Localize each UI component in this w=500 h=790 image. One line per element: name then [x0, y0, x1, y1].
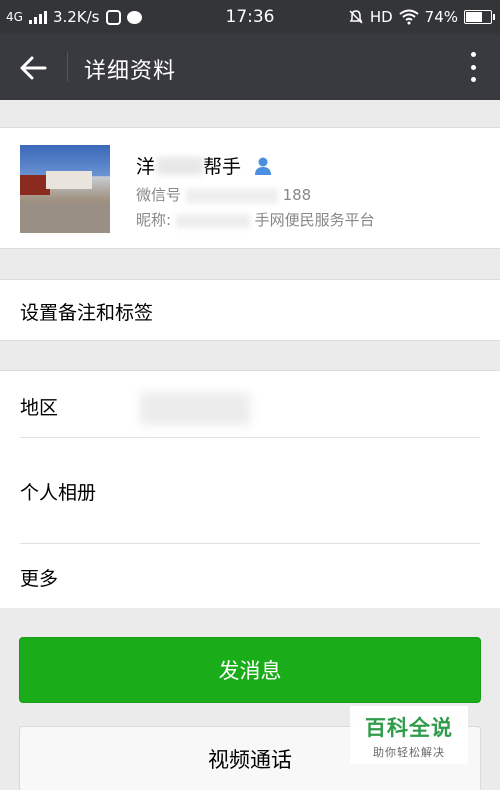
more-label: 更多 [20, 568, 59, 590]
personal-album-label: 个人相册 [20, 482, 97, 504]
more-options-icon[interactable] [468, 52, 478, 82]
wifi-icon [399, 9, 419, 25]
watermark-logo: 百科全说 助你轻松解决 [350, 706, 468, 764]
region-label: 地区 [20, 397, 59, 419]
nickname: 昵称: 手网便民服务平台 [136, 209, 375, 230]
status-right: HD 74% [348, 8, 495, 26]
wechat-id-prefix: 微信号 [136, 186, 182, 204]
battery-percent: 74% [424, 8, 458, 26]
region-row: 地区 [0, 371, 500, 437]
back-arrow-icon[interactable] [16, 50, 52, 86]
nickname-prefix: 昵称: [136, 211, 172, 229]
verified-person-icon [255, 157, 272, 175]
personal-album-row[interactable]: 个人相册 [0, 438, 500, 542]
set-remark-label: 设置备注和标签 [20, 302, 154, 324]
region-value-redacted [140, 393, 250, 425]
status-bar: 4G 3.2K/s 17:36 HD 74% [0, 0, 500, 34]
detail-group: 地区 个人相册 更多 [0, 370, 500, 608]
nav-divider [67, 52, 68, 82]
wechat-id-redacted [185, 188, 278, 203]
name-start: 洋 [136, 156, 156, 178]
set-remark-row[interactable]: 设置备注和标签 [0, 279, 500, 341]
profile-card: 洋 帮手 微信号 188 昵称: 手网便民服务平台 [0, 127, 500, 249]
watermark-sub: 助你轻松解决 [373, 746, 445, 759]
mute-alarm-icon [349, 10, 363, 24]
nav-bar: 详细资料 [0, 34, 500, 100]
profile-name: 洋 帮手 [136, 152, 273, 179]
wechat-id-suffix: 188 [282, 186, 312, 204]
nickname-redacted [175, 213, 250, 228]
send-message-button[interactable]: 发消息 [19, 637, 481, 703]
name-redacted [157, 156, 204, 175]
avatar[interactable] [20, 145, 110, 233]
nickname-suffix: 手网便民服务平台 [254, 211, 375, 229]
more-row[interactable]: 更多 [0, 544, 500, 609]
name-end: 帮手 [203, 156, 242, 178]
page-title: 详细资料 [84, 59, 177, 84]
wechat-id: 微信号 188 [136, 184, 311, 205]
battery-icon [464, 10, 495, 24]
watermark-main: 百科全说 [365, 716, 453, 740]
hd-badge: HD [369, 8, 393, 26]
